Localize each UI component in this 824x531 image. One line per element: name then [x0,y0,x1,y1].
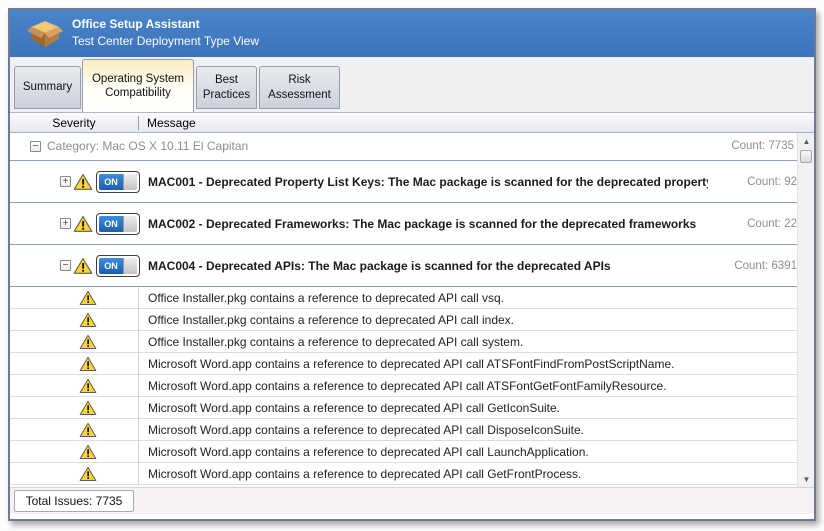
warning-icon [79,290,97,306]
issue-message: Microsoft Word.app contains a reference … [139,423,584,437]
issue-row: Microsoft Word.app contains a reference … [10,419,799,441]
warning-icon [73,257,93,275]
total-issues-badge: Total Issues: 7735 [14,490,134,512]
tab-operating-system-compatibility[interactable]: Operating System Compatibility [82,59,194,112]
issue-row: Office Installer.pkg contains a referenc… [10,287,799,309]
rule-count: Count: 22 [747,218,797,230]
warning-icon [79,400,97,416]
category-row: − Category: Mac OS X 10.11 El Capitan Co… [10,133,799,161]
issue-message: Microsoft Word.app contains a reference … [139,401,560,415]
issue-severity-cell [10,422,138,438]
grid-column-header: Severity Message [10,112,814,133]
issue-message: Office Installer.pkg contains a referenc… [139,335,523,349]
tab-summary[interactable]: Summary [14,66,81,109]
issue-row: Microsoft Word.app contains a reference … [10,441,799,463]
scroll-down-icon[interactable]: ▼ [798,471,815,487]
issue-message: Microsoft Word.app contains a reference … [139,357,674,371]
issue-message: Microsoft Word.app contains a reference … [139,467,581,481]
issue-severity-cell [10,312,138,328]
issue-message: Microsoft Word.app contains a reference … [139,445,589,459]
warning-icon [79,466,97,482]
rule-toggle[interactable]: ON [96,255,140,277]
issue-severity-cell [10,444,138,460]
warning-icon [73,173,93,191]
rule-row: + ON MAC002 - Deprecated Frameworks: The… [10,203,799,245]
rule-count: Count: 92 [747,176,797,188]
issue-row: Microsoft Word.app contains a reference … [10,463,799,485]
scrollbar-thumb[interactable] [800,150,812,163]
warning-icon [79,312,97,328]
rules-container: + ON MAC001 - Deprecated Property List K… [10,161,799,287]
rule-expander-icon[interactable]: + [60,176,71,187]
rule-count: Count: 6391 [734,260,797,272]
issues-container: Office Installer.pkg contains a referenc… [10,287,799,485]
category-count: Count: 7735 [731,140,794,152]
issue-severity-cell [10,378,138,394]
column-header-severity[interactable]: Severity [10,116,138,130]
title-bar: Office Setup Assistant Test Center Deplo… [10,10,814,57]
vertical-scrollbar[interactable]: ▲ ▼ [797,133,814,487]
toggle-on-label: ON [99,258,123,274]
rule-title: MAC002 - Deprecated Frameworks: The Mac … [148,217,696,231]
warning-icon [79,444,97,460]
warning-icon [79,334,97,350]
issue-row: Microsoft Word.app contains a reference … [10,353,799,375]
app-window: Office Setup Assistant Test Center Deplo… [8,8,816,521]
toggle-knob [123,258,137,274]
warning-icon [73,215,93,233]
warning-icon [79,356,97,372]
toggle-on-label: ON [99,174,123,190]
issue-severity-cell [10,290,138,306]
issue-message: Office Installer.pkg contains a referenc… [139,291,504,305]
issue-severity-cell [10,400,138,416]
app-title: Office Setup Assistant [72,17,200,31]
rule-expander-icon[interactable]: − [60,260,71,271]
scroll-up-icon[interactable]: ▲ [798,133,815,149]
rule-toggle[interactable]: ON [96,171,140,193]
toggle-knob [123,216,137,232]
issue-message: Office Installer.pkg contains a referenc… [139,313,514,327]
issue-row: Office Installer.pkg contains a referenc… [10,309,799,331]
rule-row: + ON MAC001 - Deprecated Property List K… [10,161,799,203]
column-header-message[interactable]: Message [139,116,196,130]
results-grid: − Category: Mac OS X 10.11 El Capitan Co… [10,133,799,487]
toggle-on-label: ON [99,216,123,232]
issue-severity-cell [10,466,138,482]
toggle-knob [123,174,137,190]
rule-expander-icon[interactable]: + [60,218,71,229]
issue-row: Office Installer.pkg contains a referenc… [10,331,799,353]
warning-icon [79,422,97,438]
app-subtitle: Test Center Deployment Type View [72,34,259,48]
rule-toggle[interactable]: ON [96,213,140,235]
issue-severity-cell [10,334,138,350]
category-collapse-icon[interactable]: − [30,141,41,152]
tab-risk-assessment[interactable]: Risk Assessment [259,66,340,109]
warning-icon [79,378,97,394]
status-bar: Total Issues: 7735 [10,487,814,514]
issue-message: Microsoft Word.app contains a reference … [139,379,666,393]
tab-best-practices[interactable]: Best Practices [196,66,257,109]
issue-row: Microsoft Word.app contains a reference … [10,375,799,397]
rule-row: − ON MAC004 - Deprecated APIs: The Mac p… [10,245,799,287]
issue-severity-cell [10,356,138,372]
rule-title: MAC004 - Deprecated APIs: The Mac packag… [148,259,611,273]
issue-row: Microsoft Word.app contains a reference … [10,397,799,419]
category-label: Category: Mac OS X 10.11 El Capitan [47,139,248,153]
tab-strip: Summary Operating System Compatibility B… [10,57,814,112]
open-box-icon [26,18,64,49]
rule-title: MAC001 - Deprecated Property List Keys: … [148,175,708,189]
